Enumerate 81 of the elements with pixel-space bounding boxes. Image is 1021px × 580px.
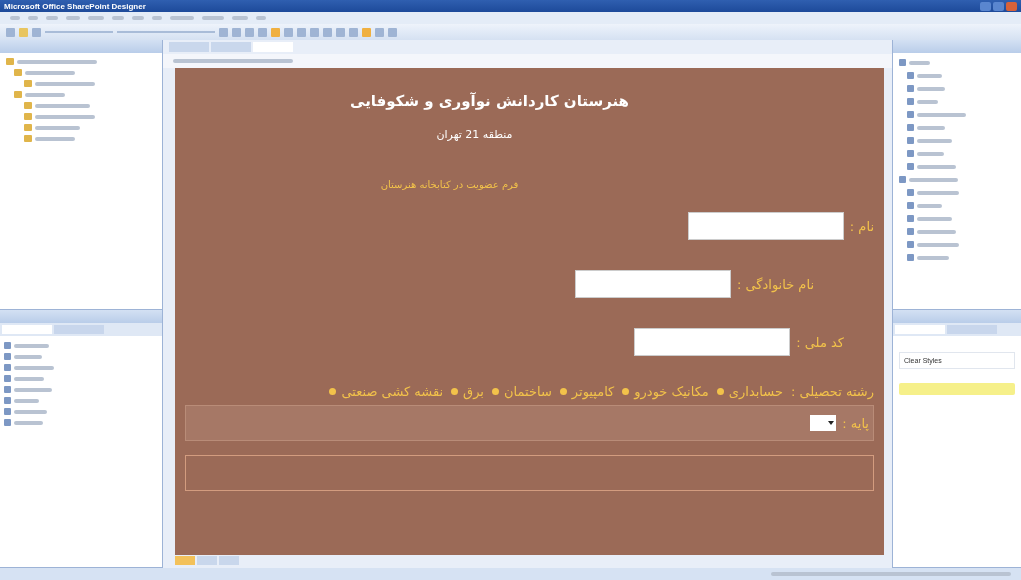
- toolbox-item-drawing[interactable]: [917, 203, 942, 208]
- radio-label: حسابداری: [728, 384, 783, 399]
- toolbox-item-drawing[interactable]: [917, 151, 944, 156]
- toolbox-item-drawing[interactable]: [917, 164, 956, 169]
- panel-tab[interactable]: [895, 325, 945, 335]
- field-label: کد ملی :: [796, 334, 844, 350]
- tree-item-drawing[interactable]: [17, 59, 97, 64]
- toolbox-item-drawing[interactable]: [917, 112, 966, 117]
- school-title: هنرستان کاردانش نوآوری و شکوفایی: [348, 92, 631, 110]
- menu-item-drawing[interactable]: [202, 16, 224, 20]
- toolbox-item-drawing[interactable]: [909, 60, 930, 65]
- minimize-button[interactable]: [980, 1, 991, 11]
- menu-item-drawing[interactable]: [88, 16, 104, 20]
- radio-button[interactable]: [622, 388, 630, 395]
- tree-item-drawing[interactable]: [25, 92, 65, 97]
- radio-button[interactable]: [329, 388, 337, 395]
- menu-item-drawing[interactable]: [256, 16, 266, 20]
- property-row-drawing: [14, 376, 44, 381]
- field-label: نام خانوادگی :: [736, 276, 814, 292]
- property-row-drawing: [14, 420, 43, 425]
- view-tab[interactable]: [197, 556, 217, 565]
- panel-tab[interactable]: [2, 325, 52, 335]
- radio-label: نقشه کشی صنعتی: [341, 384, 444, 399]
- toolbox-item-drawing[interactable]: [917, 190, 959, 195]
- document-tab[interactable]: [169, 42, 209, 52]
- radio-label: مکانیک خودرو: [634, 384, 709, 399]
- form-heading: فرم عضویت در کتابخانه هنرستان: [379, 179, 520, 190]
- toolbox-item-drawing[interactable]: [917, 216, 952, 221]
- radio-button[interactable]: [716, 388, 724, 395]
- property-row-drawing: [14, 365, 54, 370]
- toolbox-item-drawing[interactable]: [917, 86, 945, 91]
- toolbox-item-drawing[interactable]: [917, 138, 952, 143]
- tree-item-drawing[interactable]: [25, 70, 75, 75]
- toolbox-item-drawing[interactable]: [917, 73, 942, 78]
- menu-item-drawing[interactable]: [66, 16, 80, 20]
- property-row-drawing: [14, 343, 49, 348]
- tree-item-drawing[interactable]: [35, 81, 95, 86]
- tree-item-drawing[interactable]: [35, 103, 90, 108]
- close-button[interactable]: [1006, 1, 1017, 11]
- field-label: رشته تحصیلی :: [790, 384, 874, 399]
- property-row-drawing: [14, 398, 39, 403]
- tree-item-drawing[interactable]: [35, 125, 80, 130]
- menu-item-drawing[interactable]: [112, 16, 124, 20]
- district-subtitle: منطقه 21 تهران: [435, 128, 514, 141]
- style-swatch[interactable]: [899, 383, 1015, 396]
- panel-tab[interactable]: [947, 325, 997, 335]
- property-row-drawing: [14, 409, 47, 414]
- menu-item-drawing[interactable]: [232, 16, 248, 20]
- document-tab[interactable]: [211, 42, 251, 52]
- maximize-button[interactable]: [993, 1, 1004, 11]
- input-field[interactable]: [687, 212, 844, 240]
- toolbox-item-drawing[interactable]: [917, 255, 949, 260]
- toolbox-item-drawing[interactable]: [917, 99, 938, 104]
- tree-item-drawing[interactable]: [35, 114, 95, 119]
- window-title: Microsoft Office SharePoint Designer: [4, 1, 146, 11]
- dropdown-arrow-icon: [828, 421, 835, 425]
- panel-tab[interactable]: [54, 325, 104, 335]
- menu-item-drawing[interactable]: [132, 16, 144, 20]
- menu-item-drawing[interactable]: [170, 16, 194, 20]
- radio-label: کامپیوتر: [571, 384, 615, 399]
- radio-button[interactable]: [451, 388, 459, 395]
- grade-dropdown[interactable]: [810, 415, 837, 431]
- input-field[interactable]: [634, 328, 791, 356]
- toolbox-item-drawing[interactable]: [917, 229, 956, 234]
- view-tab[interactable]: [219, 556, 239, 565]
- menu-item-drawing[interactable]: [152, 16, 162, 20]
- menu-item-drawing[interactable]: [46, 16, 58, 20]
- view-tab[interactable]: [175, 556, 195, 565]
- input-field[interactable]: [574, 270, 731, 298]
- toolbox-item-drawing[interactable]: [909, 177, 958, 182]
- radio-button[interactable]: [492, 388, 499, 395]
- property-row-drawing: [14, 387, 52, 392]
- field-label: نام :: [849, 218, 874, 234]
- field-label: پایه :: [842, 415, 869, 431]
- toolbox-item-drawing[interactable]: [917, 125, 945, 130]
- property-row-drawing: [14, 354, 42, 359]
- toolbox-item-drawing[interactable]: [917, 242, 959, 247]
- radio-label: برق: [463, 384, 484, 399]
- radio-button[interactable]: [559, 388, 567, 395]
- tree-item-drawing[interactable]: [35, 136, 75, 141]
- radio-label: ساختمان: [504, 384, 552, 399]
